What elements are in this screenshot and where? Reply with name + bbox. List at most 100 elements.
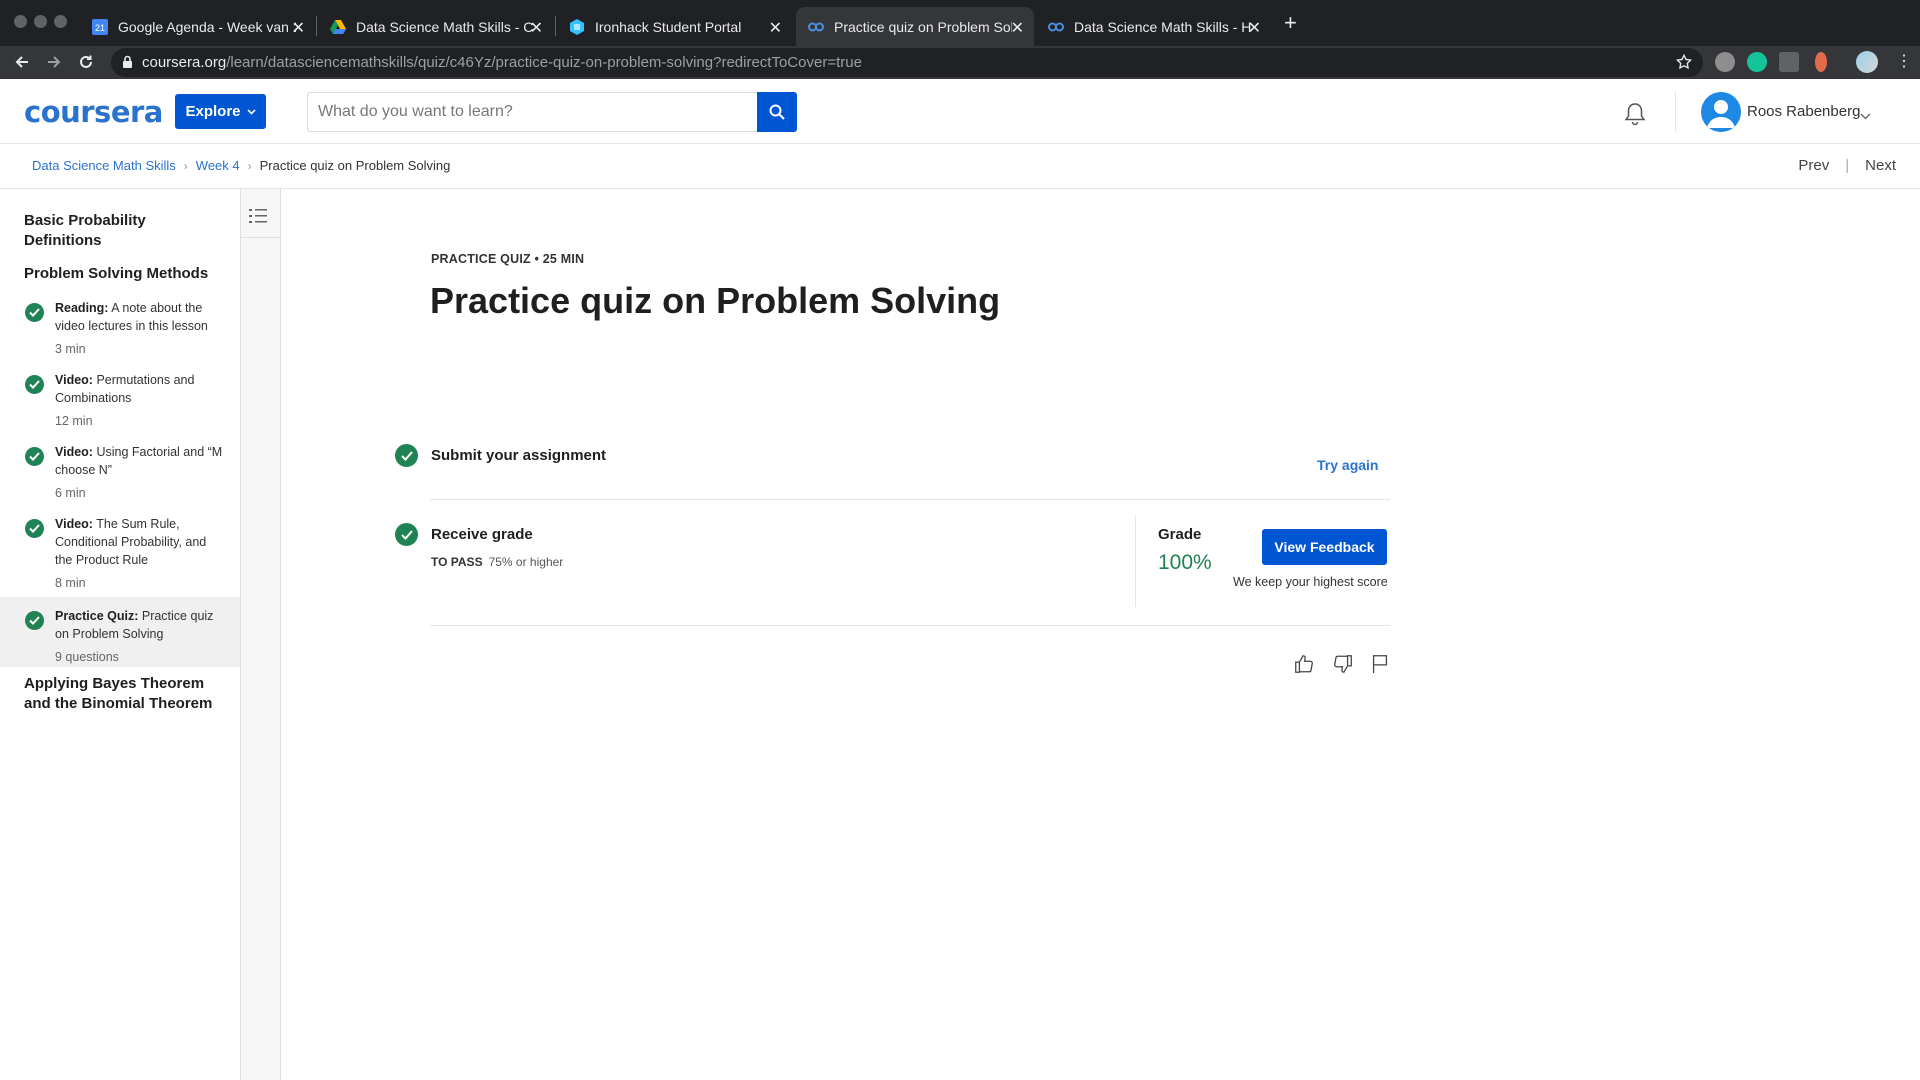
explore-button[interactable]: Explore [175,94,266,129]
sidebar-item-label: Practice Quiz: Practice quiz on Problem … [55,609,214,641]
check-circle-icon [25,611,44,630]
chevron-right-icon: › [183,158,188,173]
browser-tab[interactable]: Data Science Math Skills - Hon ✕ [1036,7,1271,46]
browser-tab[interactable]: Ironhack Student Portal ✕ [557,7,792,46]
sidebar-item[interactable]: Reading: A note about the video lectures… [0,295,240,365]
sidebar-item-meta: 9 questions [55,650,119,664]
next-link[interactable]: Next [1865,157,1896,174]
tab-separator [316,16,317,36]
sidebar-section-title[interactable]: Problem Solving Methods [24,264,224,284]
breadcrumb-week-link[interactable]: Week 4 [196,158,240,173]
header-divider [1675,91,1676,132]
prev-link[interactable]: Prev [1798,157,1829,174]
grade-label: Grade [1158,526,1202,543]
thumbs-down-icon[interactable] [1332,653,1354,675]
window-close-control[interactable] [14,15,27,28]
user-name[interactable]: Roos Rabenberg [1747,103,1860,120]
new-tab-icon[interactable]: + [1284,12,1297,34]
bookmark-star-icon[interactable] [1675,53,1693,76]
coursera-logo[interactable]: coursera [24,95,163,129]
list-icon[interactable] [248,207,274,231]
breadcrumb-course-link[interactable]: Data Science Math Skills [32,158,176,173]
tab-title: Google Agenda - Week van 20 [118,18,296,35]
browser-menu-icon[interactable]: ⋮ [1896,54,1912,70]
grade-value: 100% [1158,551,1212,574]
tab-title: Practice quiz on Problem Solvin [834,18,1012,35]
check-circle-icon [25,519,44,538]
thumbs-up-icon[interactable] [1293,653,1315,675]
grammarly-extension-icon[interactable] [1747,52,1767,72]
close-tab-icon[interactable]: ✕ [1011,18,1024,38]
extension-icon[interactable] [1815,52,1827,72]
try-again-link[interactable]: Try again [1317,457,1378,473]
check-circle-icon [395,444,418,467]
window-zoom-control[interactable] [54,15,67,28]
user-icon [1707,100,1735,128]
flag-icon[interactable] [1369,653,1391,675]
extension-drive-icon[interactable] [1715,52,1735,72]
chevron-right-icon: › [247,158,252,173]
nav-divider: | [1845,157,1850,174]
sidebar-section-title[interactable]: Applying Bayes Theorem and the Binomial … [24,674,224,714]
check-circle-icon [25,447,44,466]
breadcrumb: Data Science Math Skills › Week 4 › Prac… [32,158,450,173]
outline-toggle-rail [241,189,281,1080]
highest-score-note: We keep your highest score [1233,575,1388,589]
item-eyebrow: PRACTICE QUIZ • 25 MIN [431,252,585,266]
sidebar-item-active[interactable]: Practice Quiz: Practice quiz on Problem … [0,597,240,667]
chevron-down-icon [246,108,256,115]
browser-toolbar: coursera.org/learn/datasciencemathskills… [0,46,1920,79]
forward-arrow-icon[interactable] [42,50,66,74]
close-tab-icon[interactable]: ✕ [530,18,543,38]
sidebar-item-meta: 6 min [55,486,86,500]
sidebar-item-meta: 3 min [55,342,86,356]
course-outline-sidebar: Basic Probability Definitions Problem So… [0,189,241,1080]
window-minimize-control[interactable] [34,15,47,28]
user-avatar[interactable] [1701,92,1741,132]
search-button[interactable] [757,92,797,132]
search-input[interactable] [307,92,757,132]
pass-requirement: TO PASS 75% or higher [431,555,564,569]
tab-title: Ironhack Student Portal [595,18,742,35]
tab-title: Data Science Math Skills - Cou [356,18,534,35]
grade-divider [1135,515,1136,607]
calendar-icon: 21 [92,18,108,35]
breadcrumb-current: Practice quiz on Problem Solving [259,158,451,173]
drive-icon [330,19,346,35]
check-circle-icon [25,375,44,394]
breadcrumb-bar: Data Science Math Skills › Week 4 › Prac… [0,144,1920,189]
browser-tab-active[interactable]: Practice quiz on Problem Solvin ✕ [796,7,1034,46]
coursera-icon [808,19,824,35]
site-header: coursera Explore Roos Rabenberg [0,79,1920,144]
sidebar-item[interactable]: Video: The Sum Rule, Conditional Probabi… [0,511,240,599]
close-tab-icon[interactable]: ✕ [769,18,782,38]
rail-divider [241,237,280,238]
sidebar-item[interactable]: Video: Using Factorial and “M choose N” … [0,439,240,509]
sidebar-item[interactable]: Video: Permutations and Combinations 12 … [0,367,240,437]
svg-text:21: 21 [95,23,105,33]
prev-next-nav: Prev | Next [1798,157,1896,174]
submit-assignment-title: Submit your assignment [431,447,607,464]
tab-title: Data Science Math Skills - Hon [1074,18,1252,35]
profile-avatar[interactable] [1856,51,1878,73]
browser-tab[interactable]: 21 Google Agenda - Week van 20 ✕ [80,7,315,46]
address-bar[interactable]: coursera.org/learn/datasciencemathskills… [111,48,1703,77]
view-feedback-button[interactable]: View Feedback [1262,529,1387,565]
page-title: Practice quiz on Problem Solving [430,280,1001,321]
sidebar-item-label: Video: Permutations and Combinations [55,373,195,405]
notification-bell-icon[interactable] [1624,102,1646,131]
browser-tab[interactable]: Data Science Math Skills - Cou ✕ [318,7,553,46]
divider [430,625,1390,626]
reload-icon[interactable] [74,50,98,74]
coursera-icon [1048,19,1064,35]
tab-separator [555,16,556,36]
sidebar-item-label: Video: The Sum Rule, Conditional Probabi… [55,517,207,567]
browser-tab-bar: 21 Google Agenda - Week van 20 ✕ Data Sc… [0,0,1920,46]
extension-icon[interactable] [1779,52,1799,72]
sidebar-section-title[interactable]: Basic Probability Definitions [24,211,224,251]
chevron-down-icon[interactable] [1860,107,1871,125]
close-tab-icon[interactable]: ✕ [292,18,305,38]
back-arrow-icon[interactable] [10,50,34,74]
close-tab-icon[interactable]: ✕ [1248,18,1261,38]
receive-grade-title: Receive grade [431,526,533,543]
